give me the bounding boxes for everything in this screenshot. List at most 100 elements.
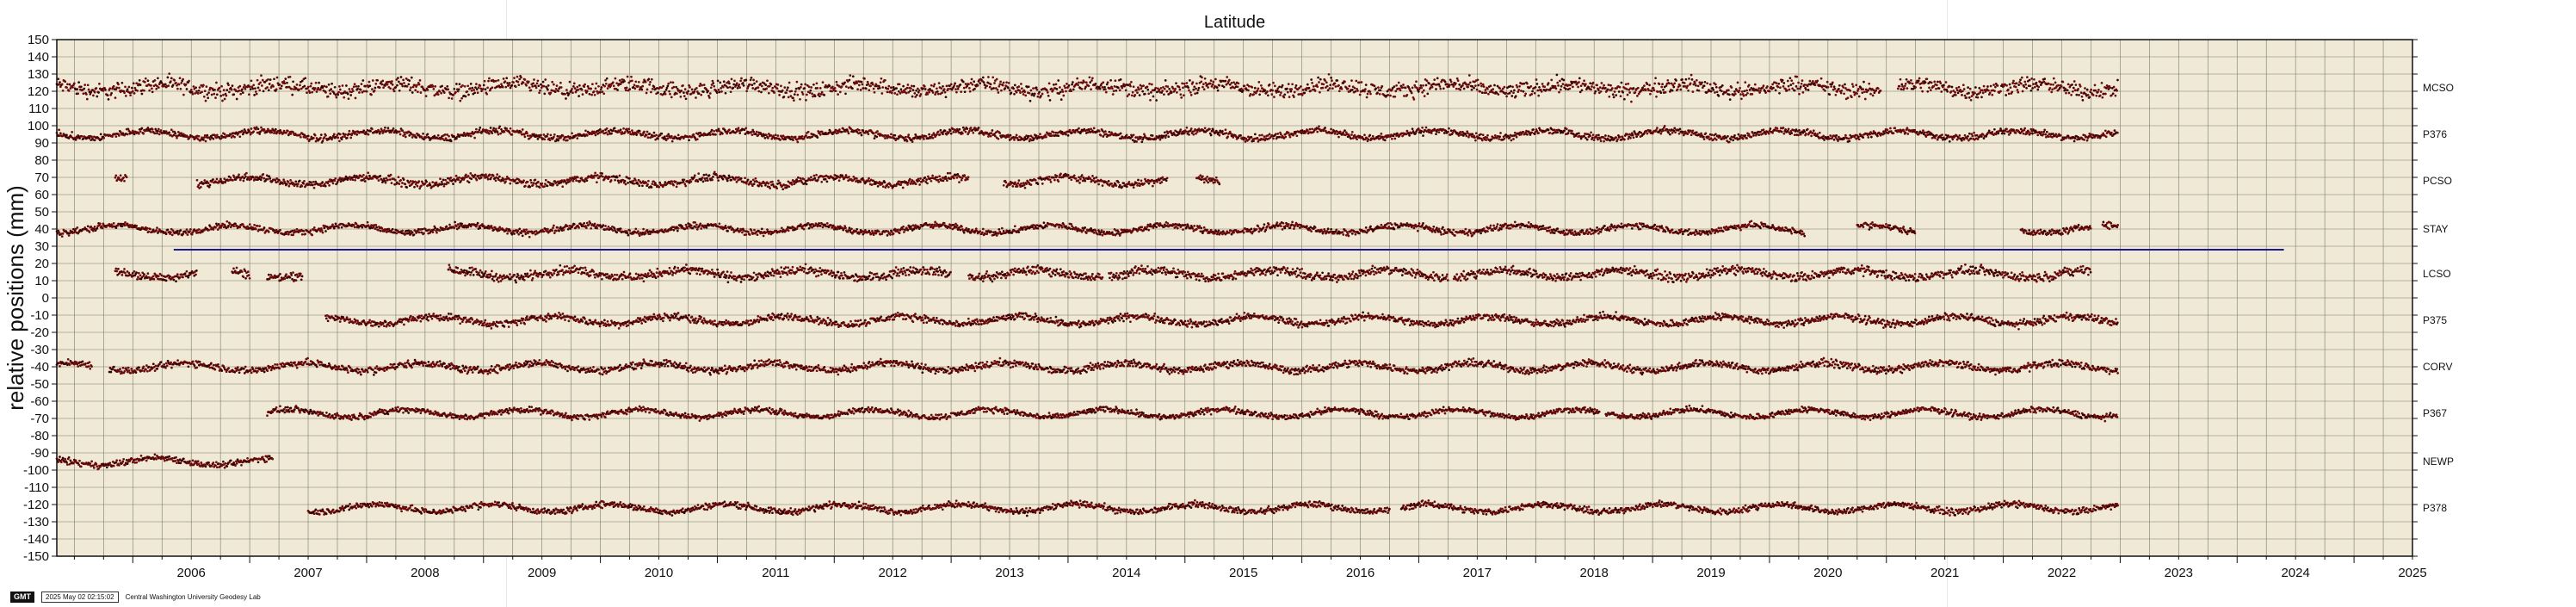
data-point <box>2114 94 2117 97</box>
data-point <box>1187 86 1189 89</box>
data-point <box>468 87 472 90</box>
data-point <box>634 80 638 84</box>
data-point <box>213 88 216 91</box>
data-point <box>1195 91 1199 95</box>
data-point <box>1002 81 1005 84</box>
data-point <box>1740 97 1743 101</box>
data-point <box>571 87 573 90</box>
data-point <box>300 135 302 139</box>
data-point <box>442 139 446 142</box>
data-point <box>1365 96 1368 99</box>
data-point <box>1792 82 1795 85</box>
data-point <box>112 84 115 88</box>
data-point <box>1635 135 1638 139</box>
data-point <box>602 92 606 96</box>
data-point <box>593 93 596 96</box>
data-point <box>1180 96 1183 99</box>
data-point <box>1591 136 1594 139</box>
data-point <box>1939 82 1943 84</box>
data-point <box>1736 81 1739 84</box>
data-point <box>909 90 911 93</box>
data-point <box>202 136 206 139</box>
data-point <box>274 130 276 133</box>
data-point <box>572 85 575 88</box>
data-point <box>542 133 546 136</box>
data-point <box>862 129 865 132</box>
data-point <box>65 133 68 137</box>
data-point <box>726 86 729 90</box>
data-point <box>2047 82 2050 85</box>
data-point <box>399 76 403 78</box>
data-point <box>1577 85 1579 89</box>
data-point <box>2005 94 2008 96</box>
data-point <box>1795 75 1799 78</box>
data-point <box>60 83 64 86</box>
data-point <box>585 134 589 137</box>
data-point <box>1772 86 1775 90</box>
data-point <box>146 79 150 83</box>
data-point <box>341 84 344 87</box>
data-point <box>416 84 418 87</box>
data-point <box>1381 84 1384 88</box>
data-point <box>1595 133 1598 137</box>
data-point <box>133 133 136 136</box>
data-point <box>1832 85 1836 89</box>
data-point <box>805 98 807 102</box>
data-point <box>313 133 317 137</box>
data-point <box>679 96 683 98</box>
data-point <box>1428 82 1430 85</box>
data-point <box>1422 84 1424 87</box>
data-point <box>992 87 995 90</box>
data-point <box>1046 91 1049 94</box>
data-point <box>1520 90 1523 92</box>
data-point <box>1291 83 1294 86</box>
data-point <box>732 83 736 86</box>
data-point <box>201 90 203 94</box>
data-point <box>440 91 443 95</box>
data-point <box>1129 84 1132 88</box>
data-point <box>176 136 178 139</box>
data-point <box>973 87 976 90</box>
data-point <box>1326 89 1330 92</box>
data-point <box>512 81 515 84</box>
data-point <box>143 89 145 92</box>
data-point <box>961 132 964 135</box>
data-point <box>1940 90 1943 93</box>
data-point <box>1208 127 1211 131</box>
data-point <box>403 131 405 134</box>
data-point <box>1558 90 1560 94</box>
data-point <box>308 91 312 94</box>
data-point <box>1060 88 1064 91</box>
data-point <box>976 84 979 87</box>
data-point <box>1672 85 1676 89</box>
data-point <box>1277 90 1281 93</box>
data-point <box>864 87 868 90</box>
data-point <box>1020 83 1022 85</box>
data-point <box>1745 89 1748 92</box>
data-point <box>1327 72 1331 76</box>
data-point <box>1094 83 1097 85</box>
data-point <box>969 127 973 129</box>
data-point <box>1914 86 1917 89</box>
data-point <box>1028 139 1031 143</box>
data-point <box>1806 84 1809 88</box>
data-point <box>757 90 761 93</box>
data-point <box>1604 86 1607 90</box>
data-point <box>1421 90 1424 94</box>
data-point <box>1053 84 1055 86</box>
data-point <box>267 89 270 92</box>
data-point <box>1591 85 1593 88</box>
data-point <box>1097 130 1101 133</box>
data-point <box>1243 84 1246 88</box>
data-point <box>1148 83 1151 85</box>
data-point <box>1967 86 1969 89</box>
data-point <box>1072 81 1074 84</box>
data-point <box>944 96 948 99</box>
data-point <box>1360 81 1363 84</box>
data-point <box>1435 133 1437 136</box>
data-point <box>1807 89 1810 91</box>
data-point <box>1185 82 1189 84</box>
data-point <box>534 84 537 87</box>
data-point <box>543 92 547 96</box>
data-point <box>464 95 467 98</box>
